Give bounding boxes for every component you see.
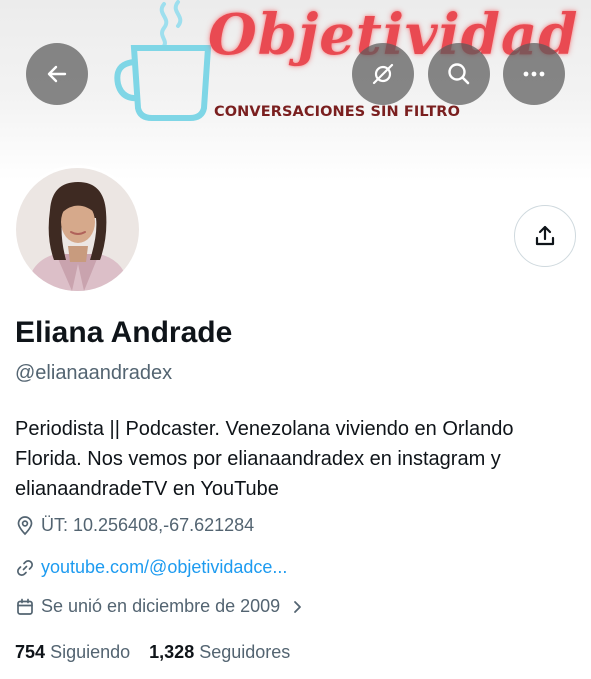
following-count: 754 xyxy=(15,642,46,662)
profile-bio: Periodista || Podcaster. Venezolana vivi… xyxy=(15,418,514,500)
profile-website[interactable]: youtube.com/@objetividadce... xyxy=(15,557,287,578)
follow-stats: 754 Siguiendo 1,328 Seguidores xyxy=(15,642,304,663)
following-label: Siguiendo xyxy=(50,642,131,662)
followers-label: Seguidores xyxy=(199,642,291,662)
more-options-button[interactable] xyxy=(503,43,565,105)
joined-text: Se unió en diciembre de 2009 xyxy=(41,596,281,616)
back-button[interactable] xyxy=(26,43,88,105)
banner-subtitle: CONVERSACIONES SIN FILTRO xyxy=(214,104,460,120)
grok-button[interactable] xyxy=(352,43,414,105)
avatar-photo xyxy=(16,168,139,291)
location-text: ÜT: 10.256408,-67.621284 xyxy=(41,515,255,535)
followers-count: 1,328 xyxy=(149,642,195,662)
profile-name: Eliana Andrade xyxy=(15,316,233,349)
website-link[interactable]: youtube.com/@objetividadce... xyxy=(41,557,287,578)
profile-joined[interactable]: Se unió en diciembre de 2009 xyxy=(15,596,312,617)
profile-handle: @elianaandradex xyxy=(15,362,173,384)
profile-location: ÜT: 10.256408,-67.621284 xyxy=(15,515,254,536)
chevron-right-icon xyxy=(294,600,302,613)
following-link[interactable]: 754 Siguiendo xyxy=(15,642,130,662)
share-profile-button[interactable] xyxy=(514,205,576,267)
share-icon xyxy=(535,225,555,246)
arrow-left-icon xyxy=(47,65,67,83)
slash-circle-icon xyxy=(372,63,394,85)
more-horizontal-icon xyxy=(523,71,545,77)
followers-link[interactable]: 1,328 Seguidores xyxy=(149,642,290,662)
search-button[interactable] xyxy=(428,43,490,105)
coffee-cup-logo xyxy=(114,0,212,121)
location-pin-icon xyxy=(17,515,33,535)
profile-banner[interactable]: Objetividad CONVERSACIONES SIN FILTRO xyxy=(0,0,591,180)
search-icon xyxy=(448,63,470,85)
calendar-icon xyxy=(17,598,33,615)
link-icon xyxy=(17,559,33,576)
avatar[interactable] xyxy=(13,165,142,294)
